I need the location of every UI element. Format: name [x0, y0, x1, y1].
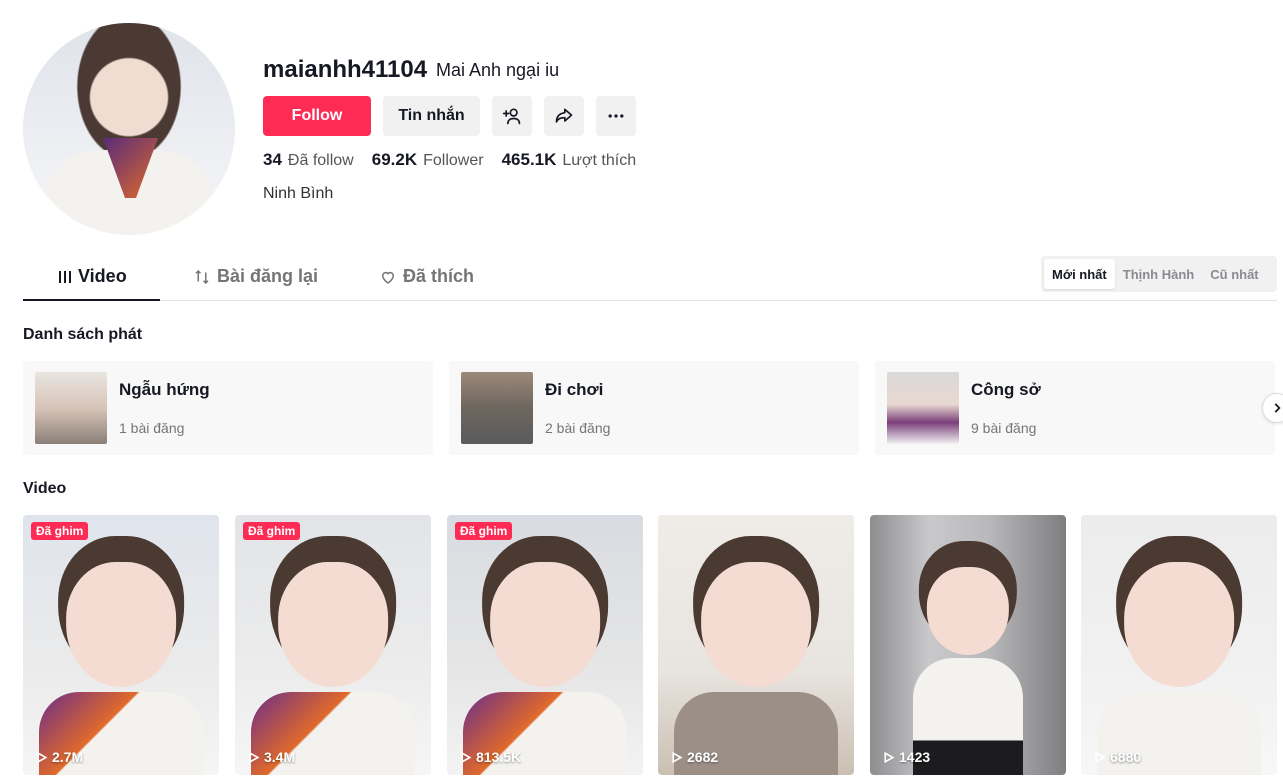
video-card[interactable]: Đã ghim 3.4M: [235, 515, 431, 775]
more-dots-icon: [608, 114, 624, 118]
repost-icon: [195, 269, 209, 284]
share-button[interactable]: [544, 96, 584, 136]
play-icon: [884, 751, 895, 763]
playlists-heading: Danh sách phát: [23, 326, 143, 343]
sort-toggle: Mới nhất Thịnh Hành Cũ nhất: [1041, 256, 1277, 292]
video-thumbnail-face: [490, 561, 600, 687]
likes-label: Lượt thích: [562, 152, 637, 169]
video-views: 2682: [670, 749, 718, 765]
profile-username: maianhh41104: [263, 56, 428, 83]
playlist-card[interactable]: Công sở 9 bài đăng: [875, 361, 1275, 455]
videos-heading: Video: [23, 480, 67, 497]
playlist-name: Ngẫu hứng: [119, 380, 210, 399]
chevron-right-icon: [1274, 403, 1281, 413]
video-card[interactable]: 2682: [658, 515, 854, 775]
play-icon: [672, 751, 683, 763]
video-views: 6880: [1093, 749, 1141, 765]
pinned-badge: Đã ghim: [31, 522, 89, 540]
tab-repost-label: Bài đăng lại: [217, 266, 319, 286]
play-icon: [461, 751, 472, 763]
sort-oldest[interactable]: Cũ nhất: [1202, 259, 1266, 289]
playlist-count: 9 bài đăng: [971, 420, 1037, 436]
play-icon: [249, 751, 260, 763]
video-views: 2.7M: [35, 749, 83, 765]
video-card[interactable]: 6880: [1081, 515, 1277, 775]
video-thumbnail-face: [926, 567, 1010, 656]
pinned-badge: Đã ghim: [455, 522, 513, 540]
following-label: Đã follow: [287, 152, 354, 169]
likes-stat: 465.1K Lượt thích: [502, 150, 637, 170]
add-user-icon: [502, 108, 521, 125]
sort-newest[interactable]: Mới nhất: [1044, 259, 1115, 289]
tab-repost[interactable]: Bài đăng lại: [193, 266, 318, 287]
profile-bio: Ninh Bình: [263, 185, 334, 202]
add-friend-button[interactable]: [492, 96, 532, 136]
follow-button[interactable]: Follow: [263, 96, 371, 136]
profile-stats: 34 Đã follow 69.2K Follower 465.1K Lượt thí…: [263, 150, 636, 170]
following-count: 34: [263, 150, 282, 169]
play-icon: [1095, 751, 1106, 763]
tab-video[interactable]: Video: [58, 266, 127, 287]
video-views: 813.5K: [459, 749, 521, 765]
following-stat[interactable]: 34 Đã follow: [263, 150, 354, 170]
video-thumbnail-face: [1124, 561, 1234, 687]
pinned-badge: Đã ghim: [243, 522, 301, 540]
more-button[interactable]: [596, 96, 636, 136]
playlist-thumbnail: [461, 372, 533, 444]
play-icon: [37, 751, 48, 763]
tab-liked-label: Đã thích: [403, 266, 475, 286]
playlist-name: Công sở: [971, 380, 1041, 399]
grid-bars-icon: [59, 270, 71, 283]
playlist-thumbnail: [35, 372, 107, 444]
playlist-name: Đi chơi: [545, 380, 604, 399]
video-card[interactable]: 1423: [870, 515, 1066, 775]
playlist-card[interactable]: Ngẫu hứng 1 bài đăng: [23, 361, 433, 455]
video-thumbnail-face: [66, 561, 176, 687]
message-button[interactable]: Tin nhắn: [383, 96, 480, 136]
likes-count: 465.1K: [501, 150, 557, 169]
active-tab-indicator: [23, 299, 160, 301]
video-card[interactable]: Đã ghim 2.7M: [23, 515, 219, 775]
followers-stat[interactable]: 69.2K Follower: [372, 150, 484, 170]
view-count: 2.7M: [52, 749, 84, 765]
view-count: 2682: [687, 749, 719, 765]
playlist-count: 2 bài đăng: [545, 420, 611, 436]
share-icon: [555, 108, 573, 123]
playlist-thumbnail: [887, 372, 959, 444]
tab-liked[interactable]: Đã thích: [379, 266, 474, 287]
view-count: 813.5K: [476, 749, 522, 765]
video-thumbnail-face: [278, 561, 388, 687]
profile-nickname: Mai Anh ngại iu: [436, 60, 560, 80]
sort-popular[interactable]: Thịnh Hành: [1115, 259, 1203, 289]
view-count: 3.4M: [264, 749, 296, 765]
video-thumbnail-face: [701, 561, 811, 687]
followers-count: 69.2K: [371, 150, 418, 169]
tab-video-label: Video: [78, 266, 127, 286]
video-views: 1423: [882, 749, 930, 765]
playlist-count: 1 bài đăng: [119, 420, 185, 436]
followers-label: Follower: [423, 152, 484, 169]
profile-avatar[interactable]: [23, 23, 235, 235]
view-count: 1423: [899, 749, 931, 765]
video-views: 3.4M: [247, 749, 295, 765]
view-count: 6880: [1110, 749, 1142, 765]
video-card[interactable]: Đã ghim 813.5K: [447, 515, 643, 775]
playlist-card[interactable]: Đi chơi 2 bài đăng: [449, 361, 859, 455]
heart-icon: [381, 271, 395, 284]
